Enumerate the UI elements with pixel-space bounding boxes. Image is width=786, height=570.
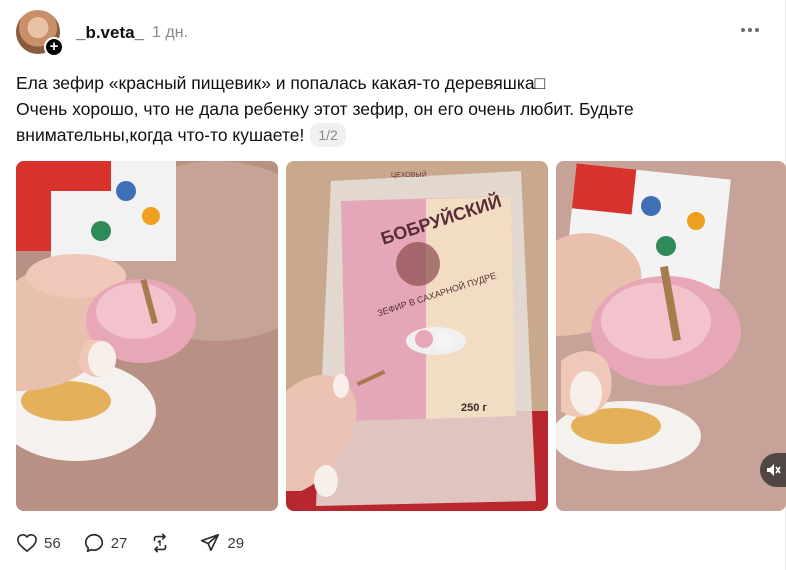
post-text-line: внимательны,когда что-то кушаете! 1/2 (16, 122, 756, 148)
photo-1[interactable] (16, 161, 278, 511)
package-brand-small: ЦЕХОВЫЙ (391, 170, 427, 179)
share-count: 29 (227, 534, 245, 552)
photo-3[interactable] (556, 161, 786, 511)
photo-2[interactable]: ЦЕХОВЫЙ БОБРУЙСКИЙ ЗЕФИР В САХАРНОЙ ПУДР… (286, 161, 548, 511)
more-dot (748, 28, 752, 32)
like-button[interactable]: 56 (16, 533, 61, 553)
comment-count: 27 (110, 534, 128, 552)
repost-button[interactable] (149, 532, 177, 554)
like-count: 56 (44, 534, 61, 552)
speaker-muted-icon[interactable] (760, 453, 786, 487)
post-header: + _b.veta_ 1 дн. (16, 10, 762, 57)
share-button[interactable]: 29 (199, 532, 244, 554)
post-actions: 56 27 29 (16, 530, 266, 556)
follow-plus-icon[interactable]: + (44, 37, 64, 57)
post-text-line: Ела зефир «красный пищевик» и попалась к… (16, 73, 546, 93)
post-text-line-content: внимательны,когда что-то кушаете! (16, 125, 305, 145)
more-options-icon[interactable] (738, 18, 762, 42)
post-time[interactable]: 1 дн. (152, 24, 188, 42)
post-text: Ела зефир «красный пищевик» и попалась к… (16, 70, 756, 148)
comment-bubble-icon (83, 532, 105, 554)
media-carousel[interactable]: ЦЕХОВЫЙ БОБРУЙСКИЙ ЗЕФИР В САХАРНОЙ ПУДР… (16, 161, 786, 511)
heart-icon (16, 533, 38, 553)
media-counter-badge: 1/2 (310, 123, 346, 147)
comment-button[interactable]: 27 (83, 532, 128, 554)
more-dot (741, 28, 745, 32)
avatar[interactable]: + (16, 10, 64, 57)
repost-icon (149, 532, 171, 554)
send-icon (199, 532, 221, 554)
username[interactable]: _b.veta_ (76, 23, 144, 43)
package-weight: 250 г (461, 402, 487, 414)
post-text-line: Очень хорошо, что не дала ребенку этот з… (16, 99, 634, 119)
more-dot (755, 28, 759, 32)
